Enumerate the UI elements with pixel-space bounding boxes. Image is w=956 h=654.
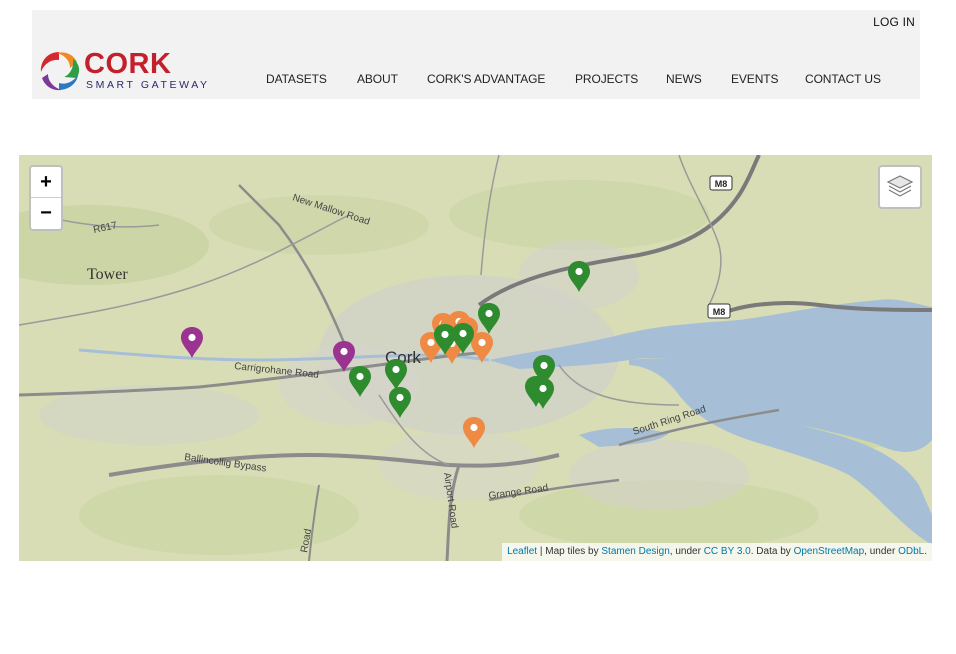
logo-wordmark: CORK (84, 48, 172, 80)
label-tower: Tower (87, 266, 128, 283)
attribution-text: , under (669, 546, 704, 557)
nav-news[interactable]: NEWS (666, 72, 702, 86)
site-logo[interactable]: CORK SMART GATEWAY (37, 48, 227, 96)
attribution-osm-link[interactable]: OpenStreetMap (794, 546, 865, 557)
attribution-leaflet-link[interactable]: Leaflet (507, 546, 537, 557)
attribution-ccby-link[interactable]: CC BY 3.0 (704, 546, 751, 557)
attribution-text: . Data by (750, 546, 794, 557)
login-link[interactable]: LOG IN (873, 15, 915, 29)
logo-swirl-icon (40, 52, 80, 91)
zoom-in-button[interactable]: + (31, 167, 61, 197)
nav-contact-us[interactable]: CONTACT US (805, 72, 881, 86)
nav-projects[interactable]: PROJECTS (575, 72, 638, 86)
layers-button[interactable] (878, 165, 922, 209)
attribution-text: . (924, 546, 927, 557)
map-tiles[interactable]: M8 M8 Cork Tower R617 New Mallow Road Ca… (19, 155, 932, 561)
attribution-stamen-link[interactable]: Stamen Design (601, 546, 669, 557)
m8-shield-south: M8 (713, 307, 726, 317)
nav-datasets[interactable]: DATASETS (266, 72, 327, 86)
nav-events[interactable]: EVENTS (731, 72, 779, 86)
map-container[interactable]: M8 M8 Cork Tower R617 New Mallow Road Ca… (19, 155, 932, 561)
attribution-odbl-link[interactable]: ODbL (898, 546, 924, 557)
site-header: LOG IN CORK SMART GATEWAY DATASETS ABOUT… (32, 10, 920, 99)
nav-corks-advantage[interactable]: CORK'S ADVANTAGE (427, 72, 545, 86)
map-attribution: Leaflet | Map tiles by Stamen Design, un… (502, 543, 932, 561)
layers-icon (886, 175, 914, 197)
m8-shield-north: M8 (715, 179, 728, 189)
zoom-out-button[interactable]: − (31, 198, 61, 228)
attribution-text: , under (864, 546, 899, 557)
nav-about[interactable]: ABOUT (357, 72, 398, 86)
logo-tagline: SMART GATEWAY (86, 79, 210, 91)
attribution-text: | Map tiles by (537, 546, 602, 557)
zoom-control: + − (29, 165, 63, 231)
